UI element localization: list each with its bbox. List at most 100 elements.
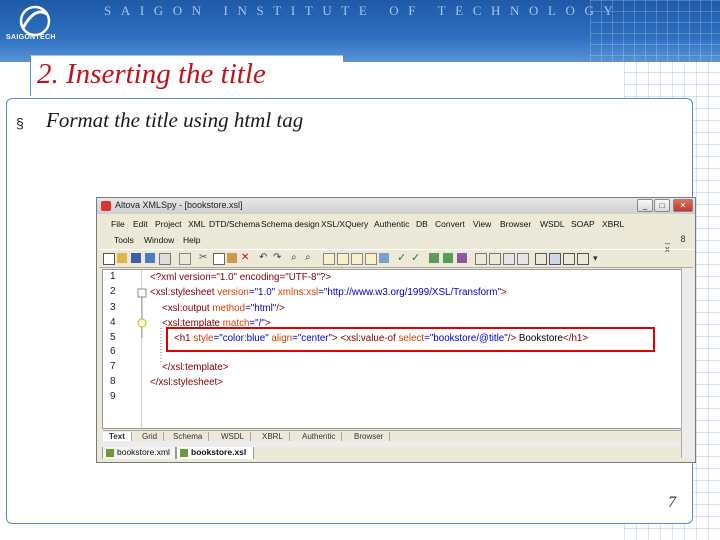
- code-token: ="http://www.w3.org/1999/XSL/Transform": [318, 287, 501, 298]
- paste-icon[interactable]: [227, 253, 237, 263]
- fold-markers-icon: [137, 288, 147, 338]
- authentic-icon[interactable]: [379, 253, 389, 263]
- slide: SAIGONTECH SAIGON INSTITUTE OF TECHNOLOG…: [0, 0, 720, 540]
- xmlspy-window: Altova XMLSpy - [bookstore.xsl] _ □ ✕ Fi…: [96, 197, 696, 463]
- menu-dtd-schema[interactable]: DTD/Schema: [209, 219, 260, 229]
- find-icon[interactable]: ⌕: [291, 253, 301, 263]
- slide-title: 2. Inserting the title: [37, 58, 266, 90]
- indent-dots-icon: [160, 328, 162, 364]
- code-token: >: [264, 318, 271, 329]
- menu-bar: File Edit Project XML DTD/Schema Schema …: [97, 217, 695, 232]
- fo-transform-icon[interactable]: [457, 253, 467, 263]
- code-token: <h1: [174, 333, 191, 344]
- code-token: </xsl:template>: [162, 362, 229, 373]
- maximize-button[interactable]: □: [654, 199, 670, 212]
- window-title: Altova XMLSpy - [bookstore.xsl]: [115, 200, 243, 210]
- open-folder-icon[interactable]: [117, 253, 127, 263]
- layout-icon[interactable]: [535, 253, 547, 265]
- find-next-icon[interactable]: ⌕: [305, 253, 315, 263]
- validate-icon[interactable]: ✓: [411, 253, 421, 264]
- doc-tab-bookstore-xsl[interactable]: bookstore.xsl: [176, 446, 254, 459]
- code-token: style: [193, 333, 214, 344]
- menu-xsl-xquery[interactable]: XSL/XQuery: [321, 219, 368, 229]
- app-icon: [101, 201, 111, 211]
- code-token: version: [217, 287, 249, 298]
- code-token: <?xml version="1.0" encoding="UTF-8"?>: [150, 272, 332, 283]
- doc-tab-bookstore-xml[interactable]: bookstore.xml: [102, 446, 176, 459]
- copy-icon[interactable]: [213, 253, 225, 265]
- menu-edit[interactable]: Edit: [133, 219, 148, 229]
- collapse-icon[interactable]: [475, 253, 487, 265]
- code-token: <xsl:template: [162, 318, 220, 329]
- redo-icon[interactable]: ↷: [273, 253, 283, 263]
- code-line-3: <xsl:output method="html"/>: [162, 303, 285, 314]
- table-view-icon[interactable]: [503, 253, 515, 265]
- code-token: ="html": [245, 303, 277, 314]
- menu-tools[interactable]: Tools: [114, 235, 134, 245]
- toolbar: ✂ ✕ ↶ ↷ ⌕ ⌕ ✓ ✓ ▾: [99, 249, 693, 268]
- code-token: </xsl:stylesheet>: [150, 377, 223, 388]
- well-formed-check-icon[interactable]: ✓: [397, 253, 407, 264]
- xsl-transform-icon[interactable]: [429, 253, 439, 263]
- expand-icon[interactable]: [489, 253, 501, 265]
- code-token: method: [212, 303, 246, 314]
- code-token: match: [222, 318, 250, 329]
- ascending-sort-icon[interactable]: [517, 253, 529, 265]
- new-file-icon[interactable]: [103, 253, 115, 265]
- menu-project[interactable]: Project: [155, 219, 181, 229]
- line-number: 9: [110, 391, 116, 402]
- menu-view[interactable]: View: [473, 219, 491, 229]
- code-token: >: [332, 333, 338, 344]
- code-token: select: [398, 333, 425, 344]
- line-number: 6: [110, 346, 116, 357]
- menu-xml[interactable]: XML: [188, 219, 205, 229]
- code-token: <xsl:stylesheet: [150, 287, 215, 298]
- vertical-scrollbar[interactable]: [681, 268, 694, 458]
- horizontal-scrollbar[interactable]: [101, 441, 681, 447]
- save-icon[interactable]: [131, 253, 141, 263]
- code-token: ="/": [249, 318, 265, 329]
- page-number: 7: [668, 494, 676, 511]
- menu-schema-design[interactable]: Schema design: [261, 219, 320, 229]
- menu-soap[interactable]: SOAP: [571, 219, 595, 229]
- window-titlebar: Altova XMLSpy - [bookstore.xsl] _ □ ✕: [97, 198, 695, 214]
- code-token: ="color:blue": [213, 333, 269, 344]
- menu-xbrl[interactable]: XBRL: [602, 219, 624, 229]
- toolbar-overflow-chevron-icon[interactable]: ▾: [593, 253, 603, 263]
- text-view-icon[interactable]: [323, 253, 335, 265]
- menu-convert[interactable]: Convert: [435, 219, 465, 229]
- xquery-icon[interactable]: [443, 253, 453, 263]
- code-token: align: [271, 333, 293, 344]
- menu-wsdl[interactable]: WSDL: [540, 219, 565, 229]
- menu-authentic[interactable]: Authentic: [374, 219, 409, 229]
- line-number: 8: [110, 376, 116, 387]
- project-window-icon[interactable]: [549, 253, 561, 265]
- entry-helpers-icon[interactable]: [577, 253, 589, 265]
- code-token: >: [500, 287, 507, 298]
- menu-db[interactable]: DB: [416, 219, 428, 229]
- print-icon[interactable]: [159, 253, 171, 265]
- line-number: 7: [110, 361, 116, 372]
- schema-view-icon[interactable]: [351, 253, 363, 265]
- cut-icon[interactable]: ✂: [199, 253, 209, 263]
- menu-file[interactable]: File: [111, 219, 125, 229]
- code-line-2: <xsl:stylesheet version="1.0" xmlns:xsl=…: [150, 287, 507, 298]
- minimize-button[interactable]: _: [637, 199, 653, 212]
- code-line-1: <?xml version="1.0" encoding="UTF-8"?>: [150, 272, 331, 283]
- line-number: 5: [110, 332, 116, 343]
- info-window-icon[interactable]: [563, 253, 575, 265]
- menu-window[interactable]: Window: [144, 235, 174, 245]
- save-all-icon[interactable]: [145, 253, 155, 263]
- code-token: ="bookstore/@title": [424, 333, 508, 344]
- menu-browser[interactable]: Browser: [500, 219, 531, 229]
- delete-icon[interactable]: ✕: [241, 253, 251, 263]
- close-button[interactable]: ✕: [673, 199, 693, 212]
- undo-icon[interactable]: ↶: [259, 253, 269, 263]
- grid-view-icon[interactable]: [337, 253, 349, 265]
- code-token: xmlns:xsl: [277, 287, 319, 298]
- xslt-icon[interactable]: [365, 253, 377, 265]
- menu-bar-row2: Tools Window Help: [97, 233, 695, 248]
- document-tabs: bookstore.xml bookstore.xsl: [100, 445, 694, 459]
- menu-help[interactable]: Help: [183, 235, 200, 245]
- print-preview-icon[interactable]: [179, 253, 191, 265]
